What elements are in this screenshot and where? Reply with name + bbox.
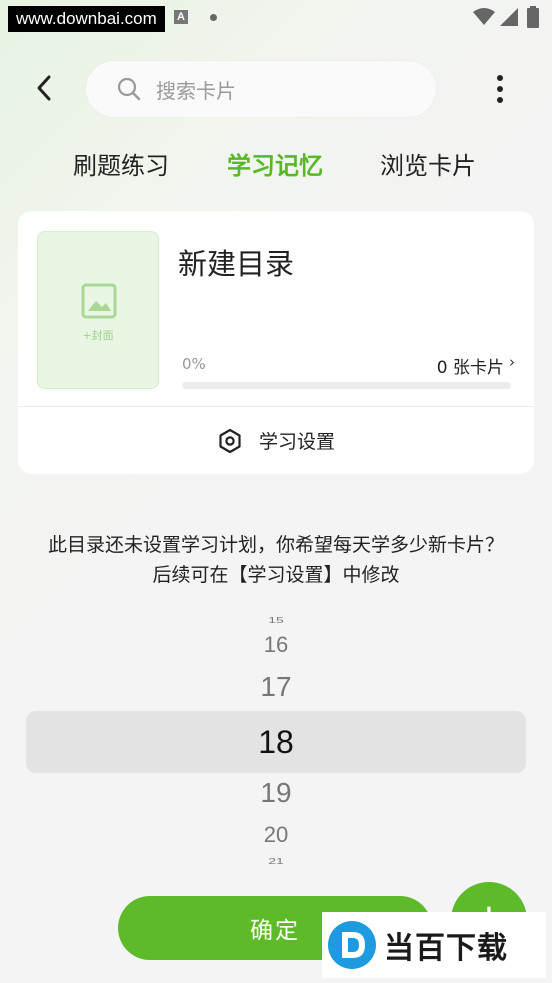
study-settings-label: 学习设置 — [258, 431, 335, 453]
brand-text: 当百下载 — [384, 931, 508, 966]
chevron-right-icon[interactable]: › — [509, 353, 515, 371]
more-options-button[interactable] — [486, 68, 514, 110]
study-settings-button[interactable]: 学习设置 — [18, 407, 534, 474]
signal-icon — [500, 8, 518, 26]
status-bar: www.downbai.com A — [0, 0, 552, 36]
more-dot-icon — [497, 86, 503, 92]
image-icon — [81, 283, 117, 319]
progress-bar — [182, 382, 511, 389]
progress-percent: 0% — [182, 355, 206, 373]
back-button[interactable] — [26, 70, 62, 106]
cover-upload[interactable]: +封面 — [37, 231, 159, 389]
search-icon — [116, 76, 142, 102]
plan-prompt: 此目录还未设置学习计划，你希望每天学多少新卡片？ 后续可在【学习设置】中修改 — [0, 530, 552, 590]
picker-option[interactable]: 19 — [0, 776, 552, 810]
notification-a-icon: A — [174, 10, 188, 24]
more-dot-icon — [497, 75, 503, 81]
chevron-left-icon — [37, 75, 51, 101]
card-count-link[interactable]: 0 张卡片 — [437, 353, 504, 378]
brand-logo-icon — [328, 921, 376, 969]
daily-count-picker[interactable]: 15 16 17 18 19 20 21 — [0, 610, 552, 870]
plan-prompt-line1: 此目录还未设置学习计划，你希望每天学多少新卡片？ — [47, 534, 504, 556]
picker-option[interactable]: 20 — [0, 822, 552, 848]
tab-bar: 刷题练习 学习记忆 浏览卡片 — [0, 146, 552, 190]
tab-browse-cards[interactable]: 浏览卡片 — [380, 146, 476, 186]
battery-icon — [527, 6, 539, 28]
picker-option-selected[interactable]: 18 — [0, 722, 552, 762]
picker-option[interactable]: 15 — [0, 615, 552, 625]
settings-hexagon-icon — [217, 428, 243, 454]
directory-title: 新建目录 — [178, 247, 295, 281]
watermark-url: www.downbai.com — [8, 6, 165, 32]
search-input[interactable]: 搜索卡片 — [86, 61, 436, 117]
wifi-icon — [473, 8, 495, 25]
picker-option[interactable]: 17 — [0, 670, 552, 704]
picker-option[interactable]: 21 — [0, 856, 552, 866]
picker-option[interactable]: 16 — [0, 632, 552, 658]
directory-card: +封面 新建目录 0% 0 张卡片 › 学习设置 — [18, 211, 534, 474]
tab-practice[interactable]: 刷题练习 — [73, 146, 169, 186]
cover-label: +封面 — [82, 329, 114, 342]
notification-dot-icon — [210, 14, 217, 21]
tab-study-memory[interactable]: 学习记忆 — [227, 146, 323, 186]
plan-prompt-line2: 后续可在【学习设置】中修改 — [152, 564, 400, 586]
brand-watermark: 当百下载 — [322, 912, 546, 978]
more-dot-icon — [497, 97, 503, 103]
search-placeholder: 搜索卡片 — [156, 78, 236, 103]
